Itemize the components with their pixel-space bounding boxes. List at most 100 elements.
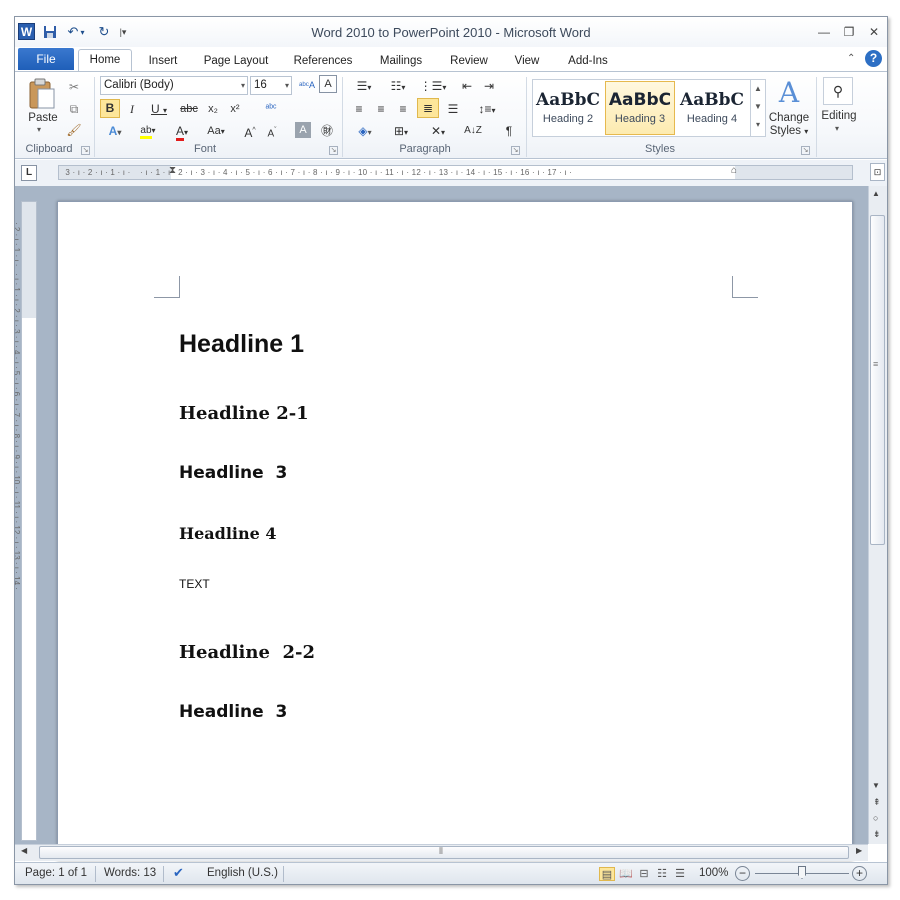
editing-dropdown-icon[interactable]: ▾ <box>835 124 839 133</box>
clear-formatting-icon[interactable]: A <box>319 75 337 93</box>
sort-icon[interactable]: A↓Z <box>463 121 483 141</box>
show-formatting-icon[interactable]: ¶ <box>499 121 519 141</box>
format-painter-icon[interactable]: 🖌 <box>65 120 83 140</box>
cut-icon[interactable]: ✂ <box>65 77 83 97</box>
enclose-characters-icon[interactable]: ㊖ <box>317 121 337 141</box>
numbering-icon[interactable]: ☷▾ <box>383 76 413 96</box>
font-color-icon[interactable]: A▾ <box>167 121 197 141</box>
change-styles-icon[interactable]: A <box>773 77 805 109</box>
tab-add-ins[interactable]: Add-Ins <box>563 51 613 71</box>
tab-page-layout[interactable]: Page Layout <box>199 51 273 71</box>
paste-label[interactable]: Paste <box>25 112 61 124</box>
page-count-status[interactable]: Page: 1 of 1 <box>25 867 87 879</box>
minimize-ribbon-icon[interactable]: ⌃ <box>847 53 855 64</box>
align-right-icon[interactable]: ≡ <box>393 99 413 119</box>
style-heading-4[interactable]: AaBbC Heading 4 <box>677 81 747 135</box>
indent-marker-icon[interactable]: ⧗ <box>169 166 176 177</box>
grow-font-icon[interactable]: ᵃᵇᶜA <box>297 75 317 95</box>
text-effects-icon[interactable]: A▾ <box>100 121 130 141</box>
vertical-scroll-thumb[interactable] <box>870 215 885 545</box>
scroll-down-icon[interactable]: ▼ <box>872 781 880 790</box>
styles-launcher-icon[interactable]: ↘ <box>801 146 810 155</box>
borders-icon[interactable]: ⊞▾ <box>385 121 417 141</box>
font-launcher-icon[interactable]: ↘ <box>329 146 338 155</box>
character-shading-icon[interactable]: A <box>295 122 311 138</box>
zoom-in-icon[interactable]: + <box>852 866 867 881</box>
scroll-up-icon[interactable]: ▲ <box>872 189 880 198</box>
tab-view[interactable]: View <box>509 51 545 71</box>
body-text[interactable]: TEXT <box>179 577 210 591</box>
scroll-left-icon[interactable]: ◀ <box>21 846 27 855</box>
change-styles-button[interactable]: Change Styles ▾ <box>765 112 813 138</box>
distributed-icon[interactable]: ☰ <box>443 99 463 119</box>
shading-icon[interactable]: ◈▾ <box>349 121 381 141</box>
tab-insert[interactable]: Insert <box>141 51 185 71</box>
decrease-indent-icon[interactable]: ⇤ <box>457 76 477 96</box>
language-status[interactable]: English (U.S.) <box>207 867 278 879</box>
justify-icon[interactable]: ≣ <box>417 98 439 118</box>
multilevel-list-icon[interactable]: ⋮☰▾ <box>417 76 449 96</box>
help-icon[interactable]: ? <box>865 50 882 67</box>
tab-selector-button[interactable]: L <box>21 165 37 181</box>
style-heading-3[interactable]: AaBbC Heading 3 <box>605 81 675 135</box>
change-case-aa-icon[interactable]: Aa▾ <box>201 121 231 141</box>
paragraph-launcher-icon[interactable]: ↘ <box>511 146 520 155</box>
horizontal-scroll-thumb[interactable] <box>39 846 849 859</box>
full-screen-reading-icon[interactable]: 📖 <box>618 867 634 881</box>
grow-font-button[interactable]: A^ <box>241 121 259 141</box>
font-name-combo[interactable]: Calibri (Body) ▾ <box>100 76 248 95</box>
draft-view-icon[interactable]: ☰ <box>672 867 688 881</box>
tab-references[interactable]: References <box>291 51 355 71</box>
font-size-combo[interactable]: 16 ▾ <box>250 76 292 95</box>
proofing-icon[interactable]: ✔ <box>173 865 184 881</box>
tab-home[interactable]: Home <box>78 49 132 72</box>
heading-3-text[interactable]: Headline 3 <box>179 463 287 483</box>
copy-icon[interactable]: ⧉ <box>65 99 83 119</box>
scroll-right-icon[interactable]: ▶ <box>856 846 862 855</box>
web-layout-icon[interactable]: ⊟ <box>636 867 652 881</box>
document-page[interactable] <box>57 201 853 861</box>
print-layout-view-icon[interactable]: ▤ <box>599 867 615 881</box>
increase-indent-icon[interactable]: ⇥ <box>479 76 499 96</box>
zoom-level[interactable]: 100% <box>699 867 728 879</box>
horizontal-ruler[interactable]: 3 · ı · 2 · ı · 1 · ı · · ı · 1 · ı · 2 … <box>58 165 853 180</box>
paste-dropdown-icon[interactable]: ▾ <box>37 125 41 134</box>
restore-button[interactable]: ❐ <box>838 23 860 41</box>
highlight-icon[interactable]: ab▾ <box>133 121 163 141</box>
change-case-icon[interactable]: ᵃᵇᶜ <box>260 99 282 119</box>
underline-button[interactable]: U ▾ <box>146 99 172 119</box>
close-button[interactable]: ✕ <box>863 23 885 41</box>
clipboard-launcher-icon[interactable]: ↘ <box>81 146 90 155</box>
strikethrough-button[interactable]: abc <box>177 99 201 119</box>
shrink-font-button[interactable]: Aˇ <box>263 121 281 141</box>
heading-2-text[interactable]: Headline 2-2 <box>179 642 315 663</box>
bullets-icon[interactable]: ☰▾ <box>349 76 379 96</box>
word-count-status[interactable]: Words: 13 <box>104 867 156 879</box>
italic-button[interactable]: I <box>123 99 141 119</box>
styles-scroll-icon[interactable]: ▲ ▼ ▾ <box>750 80 765 136</box>
paste-icon[interactable] <box>27 77 59 111</box>
heading-4-text[interactable]: Headline 4 <box>179 524 277 543</box>
style-heading-2[interactable]: AaBbC Heading 2 <box>533 81 603 135</box>
next-page-icon[interactable]: ⇟ <box>873 829 881 840</box>
minimize-button[interactable]: — <box>813 23 835 41</box>
zoom-out-icon[interactable]: − <box>735 866 750 881</box>
editing-button[interactable]: Editing <box>817 110 861 122</box>
tab-file[interactable]: File <box>18 48 74 70</box>
align-center-icon[interactable]: ≡ <box>371 99 391 119</box>
line-spacing-icon[interactable]: ↕≡▾ <box>473 99 501 119</box>
heading-1-text[interactable]: Headline 1 <box>179 330 304 359</box>
subscript-button[interactable]: x₂ <box>203 99 223 119</box>
view-ruler-icon[interactable]: ⊡ <box>870 163 885 181</box>
outline-view-icon[interactable]: ☷ <box>654 867 670 881</box>
align-left-icon[interactable]: ≡ <box>349 99 369 119</box>
browse-object-icon[interactable]: ○ <box>873 813 878 823</box>
bold-button[interactable]: B <box>100 99 120 118</box>
asian-layout-icon[interactable]: ✕▾ <box>423 121 453 141</box>
heading-3-text[interactable]: Headline 3 <box>179 702 287 722</box>
heading-2-text[interactable]: Headline 2-1 <box>179 403 309 424</box>
binoculars-icon[interactable]: ⚲ <box>823 77 853 105</box>
vertical-ruler[interactable]: · 2 · ı · 1 · ı · · ı · 1 · ı · 2 · ı · … <box>15 201 37 841</box>
superscript-button[interactable]: x² <box>225 99 245 119</box>
right-indent-marker-icon[interactable]: ⌂ <box>731 166 737 177</box>
